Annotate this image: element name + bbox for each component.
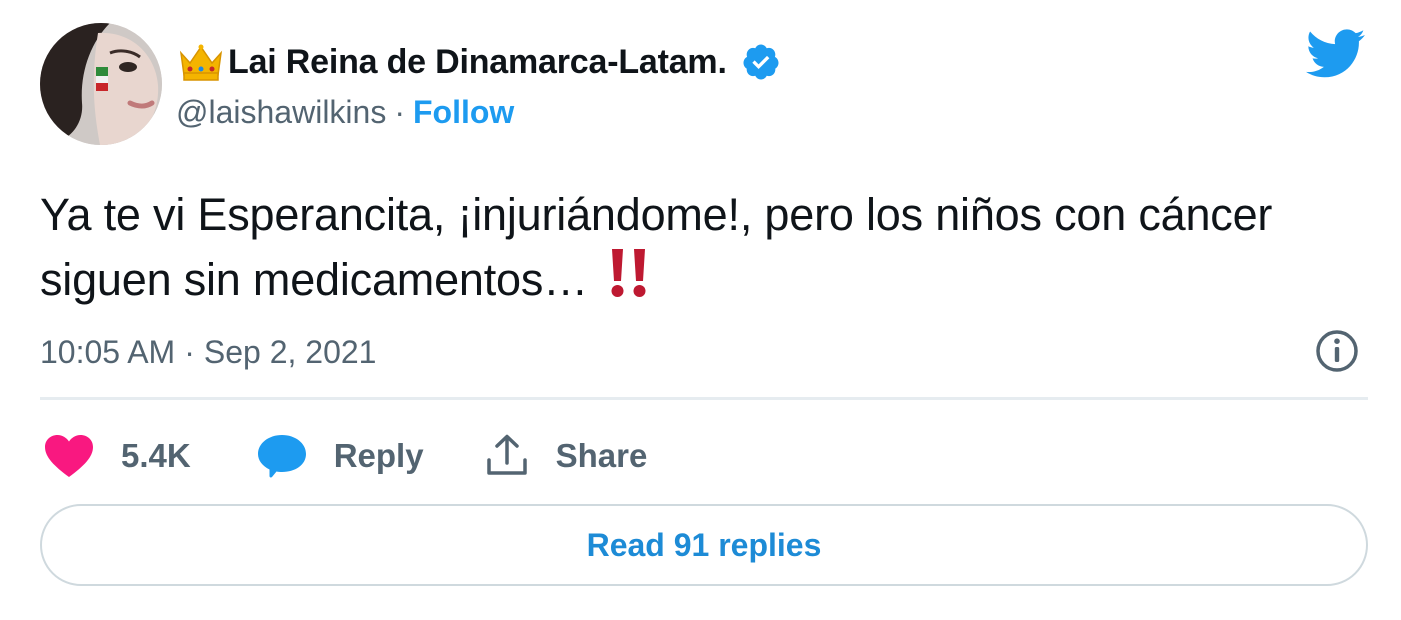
reply-button[interactable]: Reply: [257, 428, 424, 484]
tweet-card: Lai Reina de Dinamarca-Latam. @laishawil…: [0, 0, 1401, 620]
tweet-timestamp[interactable]: 10:05 AM · Sep 2, 2021: [40, 330, 376, 374]
tweet-text: Ya te vi Esperancita, ¡injuriándome!, pe…: [40, 183, 1340, 312]
handle-separator: ·: [394, 93, 405, 130]
like-count: 5.4K: [121, 437, 191, 474]
share-button[interactable]: Share: [484, 428, 648, 484]
timestamp-separator: ·: [184, 333, 195, 370]
action-bar: 5.4K Reply Share: [44, 428, 647, 484]
tweet-time: 10:05 AM: [40, 333, 176, 370]
twitter-bird-icon[interactable]: [1306, 28, 1366, 80]
read-replies-label: Read 91 replies: [586, 526, 822, 563]
handle-row: @laishawilkins · Follow: [176, 90, 514, 134]
share-icon: [486, 434, 527, 475]
like-button[interactable]: 5.4K: [44, 428, 191, 484]
author-avatar[interactable]: [40, 23, 162, 145]
author-display-name[interactable]: Lai Reina de Dinamarca-Latam.: [228, 43, 727, 82]
double-exclamation-icon: [611, 249, 646, 297]
author-name-row: Lai Reina de Dinamarca-Latam.: [178, 38, 781, 86]
reply-bubble-icon: [257, 435, 306, 478]
info-icon[interactable]: [1313, 327, 1361, 375]
tweet-body: Ya te vi Esperancita, ¡injuriándome!, pe…: [40, 189, 1273, 305]
divider: [40, 397, 1368, 400]
follow-button[interactable]: Follow: [413, 94, 514, 131]
crown-icon: [179, 44, 223, 81]
tweet-date: Sep 2, 2021: [203, 333, 377, 370]
read-replies-button[interactable]: Read 91 replies: [40, 504, 1368, 586]
reply-label: Reply: [333, 437, 424, 474]
verified-badge-icon: [743, 44, 779, 80]
profile-photo: [40, 23, 162, 145]
author-handle[interactable]: @laishawilkins: [176, 94, 386, 131]
heart-icon: [45, 435, 93, 477]
share-label: Share: [555, 437, 648, 474]
